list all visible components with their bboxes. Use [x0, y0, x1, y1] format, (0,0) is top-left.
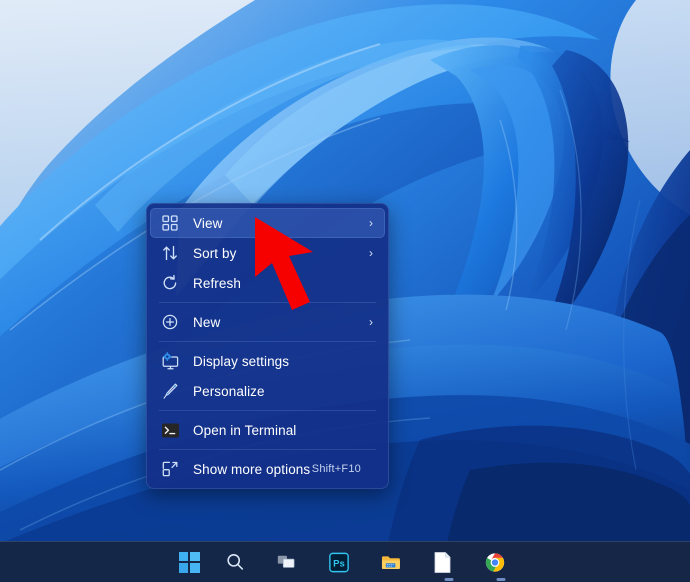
windows-start-icon [178, 551, 200, 573]
menu-separator [159, 449, 376, 450]
terminal-icon [160, 420, 180, 440]
menu-item-display-settings[interactable]: Display settings [150, 346, 385, 376]
menu-item-new[interactable]: New › [150, 307, 385, 337]
taskbar-item-file-explorer[interactable] [380, 545, 414, 579]
monitor-gear-icon [160, 351, 180, 371]
sort-arrows-icon [160, 243, 180, 263]
task-view-icon [277, 552, 297, 572]
paintbrush-icon [160, 381, 180, 401]
menu-item-label: Refresh [193, 275, 241, 291]
chevron-right-icon: › [369, 246, 373, 260]
grid-view-icon [160, 213, 180, 233]
document-icon [433, 551, 453, 573]
menu-item-show-more-options[interactable]: Show more options Shift+F10 [150, 454, 385, 484]
taskbar-item-task-view[interactable] [276, 545, 310, 579]
menu-item-label: Sort by [193, 245, 237, 261]
menu-separator [159, 302, 376, 303]
photoshop-icon: Ps [328, 552, 349, 572]
menu-item-label: New [193, 314, 221, 330]
chrome-icon [485, 552, 505, 572]
file-explorer-icon [381, 552, 401, 572]
menu-item-label: View [193, 215, 223, 231]
taskbar-item-notepad[interactable] [432, 545, 466, 581]
chevron-right-icon: › [369, 216, 373, 230]
refresh-icon [160, 273, 180, 293]
taskbar-item-search[interactable] [224, 545, 258, 579]
menu-separator [159, 410, 376, 411]
plus-circle-icon [160, 312, 180, 332]
menu-item-label: Display settings [193, 353, 290, 369]
menu-separator [159, 341, 376, 342]
taskbar-running-indicator [496, 578, 506, 581]
menu-item-sort-by[interactable]: Sort by › [150, 238, 385, 268]
expand-box-icon [160, 459, 180, 479]
menu-item-refresh[interactable]: Refresh [150, 268, 385, 298]
search-icon [225, 552, 245, 572]
menu-item-label: Personalize [193, 383, 265, 399]
desktop-screen: View› Sort by› Refresh New› Display s [0, 0, 690, 582]
taskbar-running-indicator [444, 578, 454, 581]
taskbar-item-start[interactable] [172, 545, 206, 579]
menu-item-view[interactable]: View › [150, 208, 385, 238]
menu-item-personalize[interactable]: Personalize [150, 376, 385, 406]
menu-item-open-in-terminal[interactable]: Open in Terminal [150, 415, 385, 445]
menu-item-label: Open in Terminal [193, 422, 297, 438]
desktop-context-menu[interactable]: View› Sort by› Refresh New› Display s [146, 203, 389, 489]
taskbar-item-photoshop[interactable]: Ps [328, 545, 362, 579]
chevron-right-icon: › [369, 315, 373, 329]
svg-text:Ps: Ps [333, 558, 345, 569]
menu-item-label: Show more options [193, 461, 311, 477]
taskbar-item-chrome[interactable] [484, 545, 518, 581]
taskbar[interactable]: Ps [0, 541, 690, 582]
menu-item-shortcut: Shift+F10 [311, 463, 361, 475]
